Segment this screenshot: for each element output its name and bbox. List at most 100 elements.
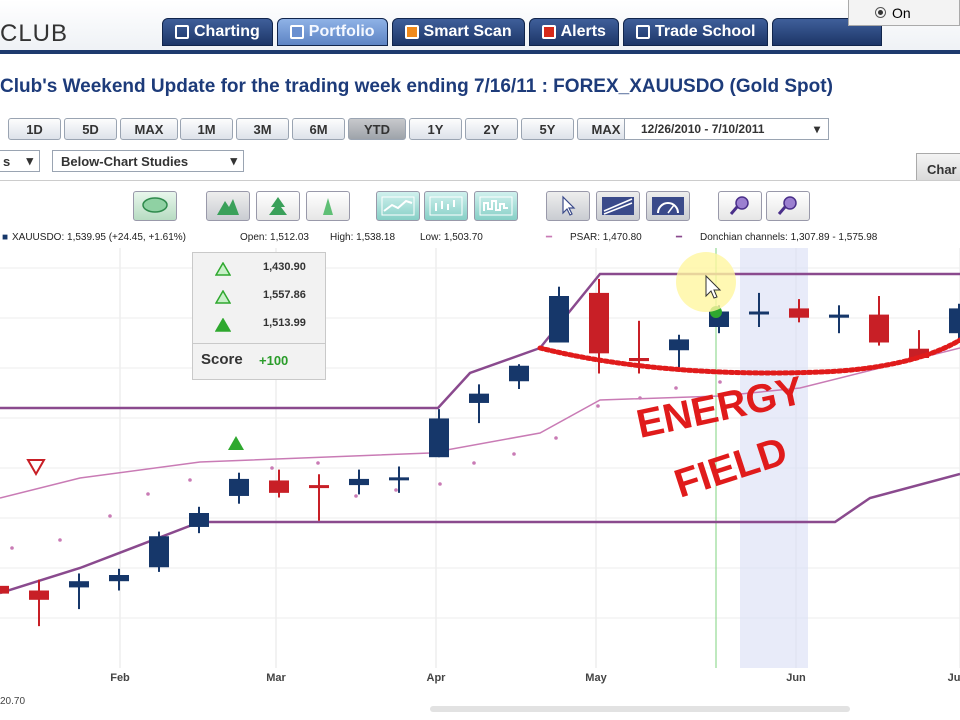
candle-body[interactable]	[69, 581, 89, 588]
candle-body[interactable]	[549, 296, 569, 343]
range-1y-button[interactable]: 1Y	[409, 118, 462, 140]
below-chart-studies-select[interactable]: Below-Chart Studies ▾	[52, 150, 244, 172]
psar-dot	[554, 436, 558, 440]
top-header: CLUB Charting Portfolio Smart Scan Alert…	[0, 0, 960, 52]
green-triangle-icon	[215, 318, 231, 332]
candle-body[interactable]	[389, 477, 409, 481]
candle-body[interactable]	[0, 585, 9, 594]
score-panel: 1,430.90 1,557.86 1,513.99 Score +100	[192, 252, 326, 380]
psar-dot	[108, 514, 112, 518]
candle-body[interactable]	[829, 314, 849, 318]
psar-dot	[188, 478, 192, 482]
range-max-intraday-button[interactable]: MAX	[120, 118, 178, 140]
candle-body[interactable]	[189, 513, 209, 527]
candle-body[interactable]	[29, 590, 49, 600]
candles-group	[0, 278, 960, 627]
psar-dots	[10, 380, 722, 550]
nav-tab-smart-scan[interactable]: Smart Scan	[391, 18, 525, 46]
range-1m-button[interactable]: 1M	[180, 118, 233, 140]
header-divider	[0, 50, 960, 54]
x-axis-ticks: Feb Mar Apr May Jun Ju	[110, 672, 960, 684]
school-icon	[635, 25, 650, 39]
line-chart-icon[interactable]	[376, 191, 420, 221]
psar-dot	[638, 396, 642, 400]
legend-psar-marker: ━	[546, 232, 553, 243]
score-row: 1,513.99	[193, 313, 327, 337]
range-2y-button[interactable]: 2Y	[465, 118, 518, 140]
zoom-in-icon[interactable]	[718, 191, 762, 221]
corner-option-panel: On	[848, 0, 960, 26]
score-divider	[193, 343, 325, 344]
range-5y-button[interactable]: 5Y	[521, 118, 574, 140]
bar-chart-icon[interactable]	[424, 191, 468, 221]
legend-symbol-marker: ■	[2, 232, 9, 243]
range-ytd-button[interactable]: YTD	[348, 118, 406, 140]
candle-chart-icon[interactable]	[474, 191, 518, 221]
period-range-buttons: 1M 3M 6M YTD 1Y 2Y 5Y MAX	[180, 118, 635, 142]
sell-signal-triangle	[26, 459, 46, 477]
nav-tab-portfolio[interactable]: Portfolio	[276, 18, 388, 46]
chart-grid	[0, 248, 960, 668]
tree-chart-icon[interactable]	[256, 191, 300, 221]
option-radio[interactable]	[875, 7, 886, 18]
alert-icon	[541, 25, 556, 39]
mountain-chart-icon[interactable]	[206, 191, 250, 221]
trendline-icon[interactable]	[596, 191, 640, 221]
above-chart-studies-select[interactable]: s ▾	[0, 150, 40, 172]
psar-dot	[354, 494, 358, 498]
range-6m-button[interactable]: 6M	[292, 118, 345, 140]
candle-body[interactable]	[349, 478, 369, 486]
site-logo: CLUB	[0, 20, 69, 47]
comment-icon[interactable]	[133, 191, 177, 221]
bottom-price-label: 20.70	[0, 696, 26, 707]
range-3m-button[interactable]: 3M	[236, 118, 289, 140]
gauge-icon[interactable]	[646, 191, 690, 221]
buy-signal-triangle	[228, 436, 244, 450]
x-tick-label: May	[585, 672, 607, 684]
candle-body[interactable]	[269, 480, 289, 493]
candle-body[interactable]	[509, 365, 529, 382]
x-tick-label: Jun	[786, 672, 806, 684]
candle-body[interactable]	[469, 393, 489, 403]
candle-body[interactable]	[229, 478, 249, 496]
candle-body[interactable]	[309, 485, 329, 489]
psar-dot	[438, 482, 442, 486]
legend-low: Low: 1,503.70	[420, 232, 483, 243]
range-1d-button[interactable]: 1D	[8, 118, 61, 140]
nav-tab-label: Portfolio	[308, 23, 375, 40]
candle-body[interactable]	[429, 418, 449, 458]
option-label: On	[892, 4, 911, 21]
nav-tab-trade-school[interactable]: Trade School	[622, 18, 769, 46]
nav-tab-charting[interactable]: Charting	[162, 18, 273, 46]
candle-body[interactable]	[869, 314, 889, 343]
nav-tab-alerts[interactable]: Alerts	[528, 18, 619, 46]
candle-body[interactable]	[629, 358, 649, 362]
chevron-down-icon: ▾	[26, 153, 33, 168]
legend-high: High: 1,538.18	[330, 232, 396, 243]
candle-body[interactable]	[589, 292, 609, 354]
candle-body[interactable]	[109, 575, 129, 582]
candle-body[interactable]	[789, 308, 809, 318]
green-triangle-icon	[215, 290, 231, 304]
candle-body[interactable]	[749, 311, 769, 315]
price-chart-canvas: ENERGY FIELD Feb Mar Apr May Jun Ju	[0, 248, 960, 684]
score-row: 1,430.90	[193, 257, 327, 281]
psar-dot	[146, 492, 150, 496]
range-5d-button[interactable]: 5D	[64, 118, 117, 140]
donchian-lower-line	[0, 472, 960, 595]
side-tab[interactable]: Char	[916, 153, 960, 183]
legend-open: Open: 1,512.03	[240, 232, 309, 243]
zoom-out-icon[interactable]	[766, 191, 810, 221]
psar-dot	[472, 461, 476, 465]
peak-chart-icon[interactable]	[306, 191, 350, 221]
candle-body[interactable]	[669, 339, 689, 351]
candle-body[interactable]	[149, 536, 169, 568]
chart-scrollbar[interactable]	[430, 706, 850, 712]
date-range-select[interactable]: 12/26/2010 - 7/10/2011 ▾	[624, 118, 829, 140]
price-chart[interactable]: ENERGY FIELD Feb Mar Apr May Jun Ju	[0, 248, 960, 688]
candle-body[interactable]	[949, 308, 960, 334]
psar-dot	[674, 386, 678, 390]
score-label: Score	[201, 351, 243, 368]
cursor-icon[interactable]	[546, 191, 590, 221]
x-tick-label: Apr	[427, 672, 447, 684]
